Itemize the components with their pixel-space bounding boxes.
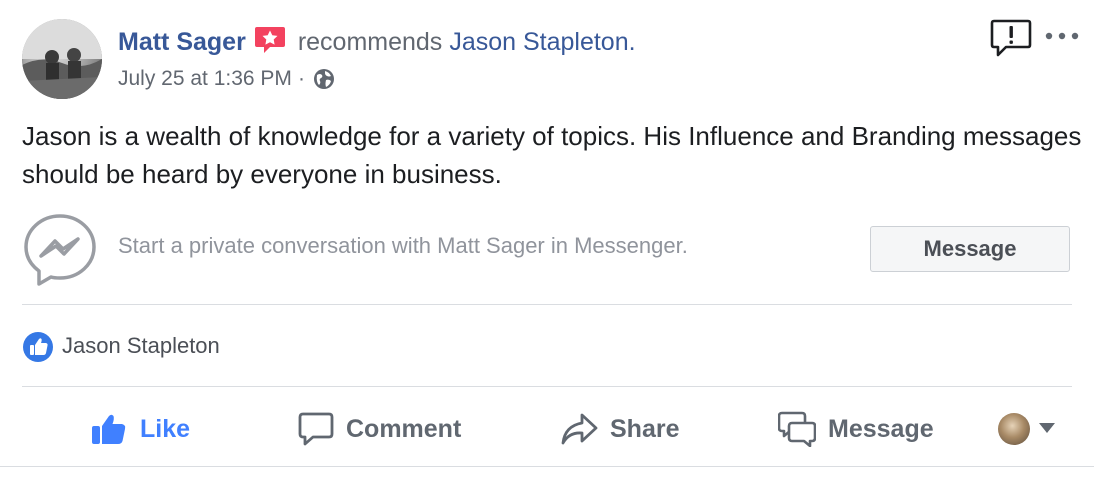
message-button[interactable]: Message [870,226,1070,272]
acting-as-avatar[interactable] [998,413,1030,445]
messenger-icon [778,411,816,447]
send-message-button[interactable]: Message [778,405,934,453]
like-button[interactable]: Like [90,405,190,453]
globe-icon[interactable] [313,68,335,90]
meta-separator: · [297,67,305,90]
post-meta: July 25 at 1:36 PM · [118,64,335,94]
author-avatar[interactable] [22,19,102,99]
share-label: Share [610,414,680,443]
messenger-icon [24,214,96,286]
recommendation-star-icon [254,25,286,55]
author-name-link[interactable]: Matt Sager [118,28,246,57]
comment-icon [298,412,334,446]
reaction-names-link[interactable]: Jason Stapleton [62,333,220,359]
chevron-down-icon[interactable] [1038,422,1056,434]
report-icon[interactable] [990,18,1032,58]
recommendation-post: Matt Sager recommends Jason Stapleton. J… [0,0,1094,484]
like-label: Like [140,414,191,443]
message-action-label: Message [828,414,934,443]
more-options-icon[interactable] [1044,26,1080,46]
recommended-page-link[interactable]: Jason Stapleton. [449,28,635,57]
post-body-text: Jason is a wealth of knowledge for a var… [22,121,1082,189]
divider [0,466,1094,467]
comment-button[interactable]: Comment [298,405,461,453]
post-header: Matt Sager recommends Jason Stapleton. [118,24,636,60]
divider [22,304,1072,305]
share-button[interactable]: Share [560,405,679,453]
share-icon [561,413,598,445]
thumbs-up-icon [92,414,126,444]
post-timestamp[interactable]: July 25 at 1:36 PM [118,67,292,91]
thumbs-up-reaction-icon[interactable] [22,331,54,363]
recommends-text: recommends [297,27,443,56]
divider [22,386,1072,387]
messenger-prompt-text: Start a private conversation with Matt S… [118,233,688,258]
comment-label: Comment [346,414,462,443]
